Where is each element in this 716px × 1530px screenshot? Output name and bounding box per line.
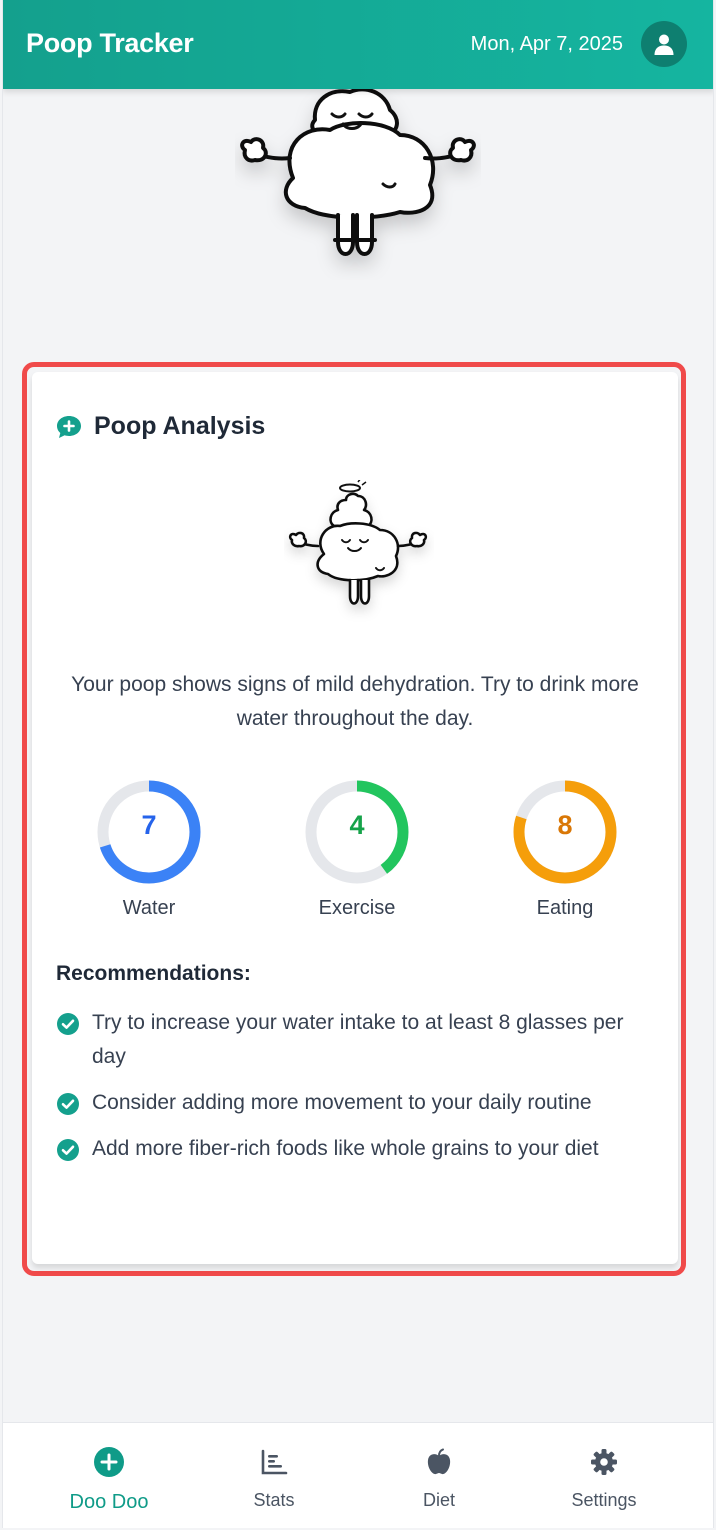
hero-mascot-illustration <box>235 80 481 280</box>
nav-item-stats[interactable]: Stats <box>185 1423 363 1528</box>
gauge-water: 7 Water <box>89 772 209 919</box>
card-title: Poop Analysis <box>94 412 266 440</box>
card-header: Poop Analysis <box>56 412 265 441</box>
recommendation-text: Add more fiber-rich foods like whole gra… <box>92 1137 599 1160</box>
app-header: Poop Tracker Mon, Apr 7, 2025 <box>3 0 713 89</box>
recommendation-text: Consider adding more movement to your da… <box>92 1091 592 1114</box>
list-item: Consider adding more movement to your da… <box>56 1086 656 1120</box>
list-item: Try to increase your water intake to at … <box>56 1006 656 1074</box>
user-icon <box>654 34 674 55</box>
nav-item-doo-doo[interactable]: Doo Doo <box>20 1423 198 1528</box>
nav-item-diet[interactable]: Diet <box>350 1423 528 1528</box>
app-title: Poop Tracker <box>26 28 194 58</box>
gauge-exercise: 4 Exercise <box>297 772 417 919</box>
gauge-label: Exercise <box>318 897 396 919</box>
gear-icon <box>587 1445 621 1479</box>
gauge-eating: 8 Eating <box>505 772 625 919</box>
list-item: Add more fiber-rich foods like whole gra… <box>56 1132 656 1166</box>
plus-circle-icon <box>92 1445 126 1479</box>
gauge-label: Eating <box>536 897 594 919</box>
gauge-value: 8 <box>557 810 573 840</box>
check-circle-icon <box>57 1013 79 1035</box>
recommendations-title: Recommendations: <box>56 962 251 985</box>
recommendation-text: Try to increase your water intake to at … <box>92 1011 624 1068</box>
check-circle-icon <box>57 1139 79 1161</box>
profile-avatar-button[interactable] <box>641 21 687 67</box>
gauge-value: 7 <box>141 810 157 840</box>
nav-label: Diet <box>422 1490 455 1510</box>
nav-item-settings[interactable]: Settings <box>515 1423 693 1528</box>
header-date: Mon, Apr 7, 2025 <box>470 33 623 55</box>
halo-mascot-illustration <box>284 477 434 630</box>
gauge-value: 4 <box>349 810 365 840</box>
app-frame: Poop Tracker Mon, Apr 7, 2025 Poop Analy… <box>2 0 714 1528</box>
nav-label: Stats <box>253 1490 295 1510</box>
apple-icon <box>422 1445 456 1479</box>
recommendations-list: Try to increase your water intake to at … <box>56 1006 656 1178</box>
chart-bars-icon <box>257 1445 291 1479</box>
bottom-nav: Doo Doo Stats Diet Settings <box>3 1422 713 1528</box>
check-circle-icon <box>57 1093 79 1115</box>
gauge-label: Water <box>122 897 176 919</box>
nav-label: Doo Doo <box>69 1491 149 1513</box>
chat-plus-icon <box>57 415 81 438</box>
poop-analysis-card: Poop Analysis Your poop shows signs of m… <box>32 372 678 1264</box>
score-gauges: 7 Water 4 Exercise 8 Eating <box>32 772 678 932</box>
analysis-summary: Your poop shows signs of mild dehydratio… <box>71 673 639 730</box>
nav-label: Settings <box>571 1490 637 1510</box>
